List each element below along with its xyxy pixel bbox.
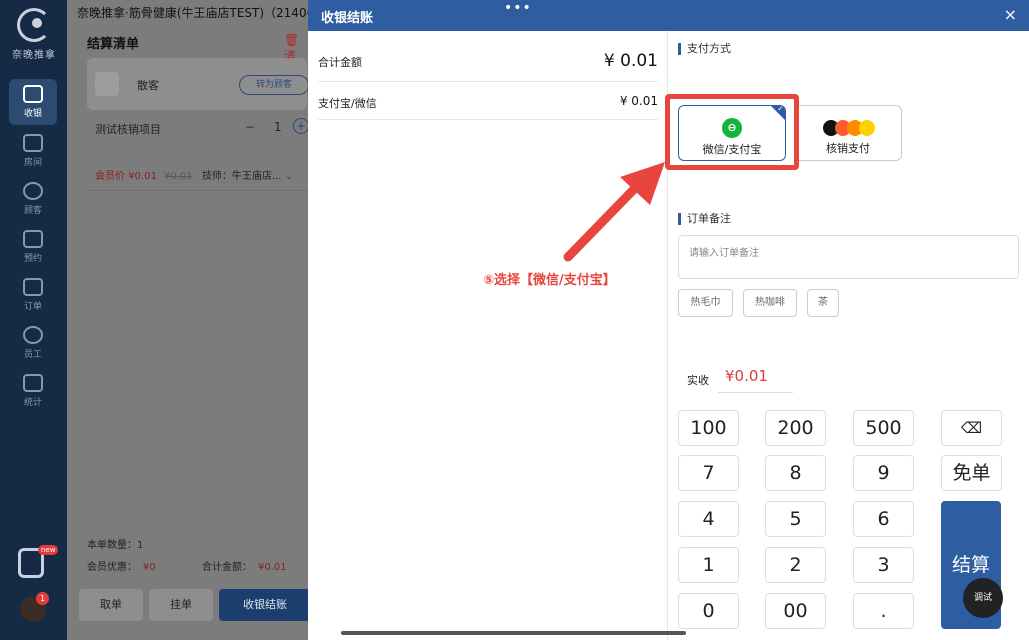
debug-button[interactable]: 调试: [963, 578, 1003, 618]
annotation-arrow: [563, 162, 665, 262]
scrollbar[interactable]: [341, 631, 686, 635]
annotation-text: ⑤选择【微信/支付宝】: [483, 273, 616, 288]
